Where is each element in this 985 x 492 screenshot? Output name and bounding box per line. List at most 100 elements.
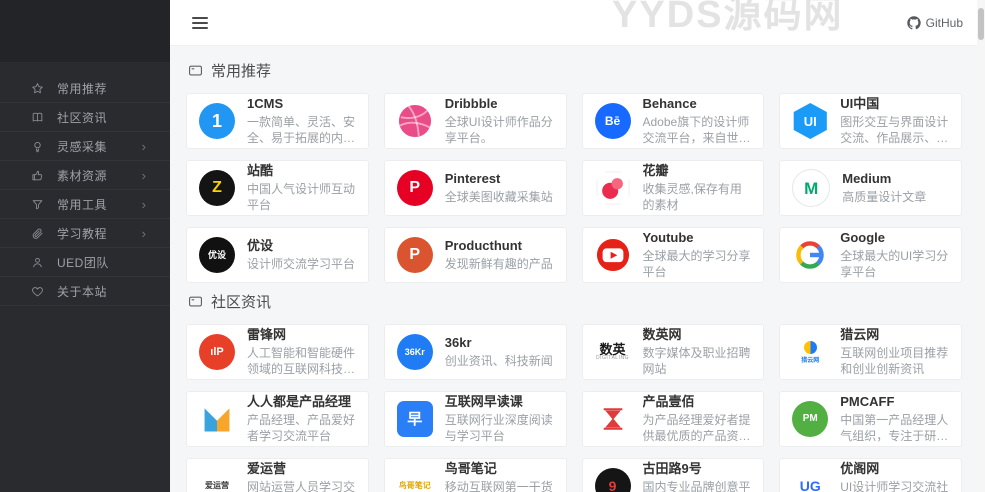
gtn9-logo: 9 bbox=[594, 468, 631, 492]
site-desc: 国内专业品牌创意平台 bbox=[642, 479, 751, 492]
site-card-digitaling[interactable]: 数英 DIGITALING 数英网 数字媒体及职业招聘网站 bbox=[581, 324, 765, 380]
site-name: 鸟哥笔记 bbox=[444, 460, 497, 476]
sidebar-item-assets[interactable]: 素材资源 › bbox=[0, 161, 170, 190]
hamburger-menu-icon[interactable] bbox=[192, 16, 208, 29]
uigreat-logo: UG bbox=[799, 477, 821, 492]
scrollbar-track[interactable] bbox=[977, 0, 985, 492]
site-card-huaban[interactable]: 花瓣 收集灵感,保存有用的素材 bbox=[581, 160, 765, 216]
niaoge-logo: 鸟哥笔记 bbox=[398, 480, 431, 490]
site-desc: 产品经理、产品爱好者学习交流平台 bbox=[247, 412, 356, 443]
thumb-icon bbox=[30, 168, 44, 182]
site-name: 数英网 bbox=[642, 326, 682, 342]
woshipm-logo bbox=[199, 401, 235, 437]
sidebar: 常用推荐 社区资讯 灵感采集 › 素材资源 › 常用工具 › 学习教程 › UE… bbox=[0, 0, 170, 492]
chevron-right-icon: › bbox=[141, 138, 146, 154]
site-card-woshipm[interactable]: 人人都是产品经理 产品经理、产品爱好者学习交流平台 bbox=[186, 391, 369, 447]
site-card-dribbble[interactable]: Dribbble 全球UI设计师作品分享平台。 bbox=[383, 93, 567, 149]
site-name: 人人都是产品经理 bbox=[247, 393, 352, 409]
sidebar-item-tools[interactable]: 常用工具 › bbox=[0, 190, 170, 219]
sidebar-item-ued[interactable]: UED团队 bbox=[0, 248, 170, 277]
site-desc: 人工智能和智能硬件领域的互联网科技媒体 bbox=[247, 345, 356, 376]
site-card-behance[interactable]: Bē Behance Adobe旗下的设计师交流平台，来自世界各地的设计师在这里… bbox=[581, 93, 765, 149]
ui-china-logo: UI bbox=[793, 103, 827, 139]
site-name: Youtube bbox=[642, 229, 694, 245]
sidebar-item-label: 学习教程 bbox=[57, 226, 108, 241]
site-card-lieyun[interactable]: 猎云网 猎云网 互联网创业项目推荐和创业创新资讯 bbox=[779, 324, 962, 380]
site-desc: 收集灵感,保存有用的素材 bbox=[642, 181, 742, 212]
site-name: 产品壹佰 bbox=[642, 393, 695, 409]
sidebar-item-recommend[interactable]: 常用推荐 bbox=[0, 74, 170, 103]
site-desc: 移动互联网第一干货平台 bbox=[444, 479, 553, 492]
site-desc: 互联网创业项目推荐和创业创新资讯 bbox=[840, 345, 949, 376]
pmcaff-logo: PM bbox=[792, 401, 829, 437]
site-desc: 数字媒体及职业招聘网站 bbox=[642, 345, 751, 376]
site-name: Medium bbox=[842, 170, 892, 186]
site-name: Producthunt bbox=[444, 237, 523, 253]
site-name: PMCAFF bbox=[840, 393, 895, 409]
site-desc: 图形交互与界面设计交流、作品展示、学习平台。 bbox=[840, 114, 949, 145]
site-desc: 高质量设计文章 bbox=[842, 189, 927, 204]
36kr-logo: 36Kr bbox=[396, 334, 433, 370]
site-desc: 一款简单、灵活、安全、易于拓展的内容管理系统 bbox=[247, 114, 356, 145]
section-title: 社区资讯 bbox=[211, 293, 272, 311]
site-card-36kr[interactable]: 36Kr 36kr 创业资讯、科技新闻 bbox=[383, 324, 567, 380]
section-community: 社区资讯 ılP 雷锋网 人工智能和智能硬件领域的互联网科技媒体 36Kr 36… bbox=[186, 291, 962, 492]
card-grid: ılP 雷锋网 人工智能和智能硬件领域的互联网科技媒体 36Kr 36kr 创业… bbox=[186, 324, 962, 492]
site-card-gtn9[interactable]: 9 古田路9号 国内专业品牌创意平台 bbox=[581, 458, 765, 492]
funnel-icon bbox=[30, 197, 44, 211]
site-card-pinterest[interactable]: P Pinterest 全球美图收藏采集站 bbox=[383, 160, 567, 216]
sidebar-item-inspiration[interactable]: 灵感采集 › bbox=[0, 132, 170, 161]
site-desc: 中国人气设计师互动平台 bbox=[247, 181, 356, 212]
site-card-1cms[interactable]: 1 1CMS 一款简单、灵活、安全、易于拓展的内容管理系统 bbox=[186, 93, 369, 149]
site-desc: 网站运营人员学习交流，专注于网站产品运营管理、用户运营 bbox=[247, 479, 356, 492]
site-card-uisdc[interactable]: 优设 优设 设计师交流学习平台 bbox=[186, 227, 369, 283]
paperclip-icon bbox=[30, 226, 44, 240]
site-card-medium[interactable]: M Medium 高质量设计文章 bbox=[779, 160, 962, 216]
site-name: 雷锋网 bbox=[247, 326, 287, 342]
site-name: 1CMS bbox=[247, 95, 284, 111]
sidebar-item-about[interactable]: 关于本站 bbox=[0, 277, 170, 306]
site-name: Google bbox=[840, 229, 886, 245]
scrollbar-thumb[interactable] bbox=[978, 8, 984, 40]
github-link[interactable]: GitHub bbox=[906, 16, 963, 30]
sidebar-logo-area bbox=[0, 0, 170, 62]
zcool-logo: Z bbox=[199, 170, 235, 206]
site-desc: 全球UI设计师作品分享平台。 bbox=[444, 114, 553, 145]
site-name: UI中国 bbox=[840, 95, 880, 111]
site-card-zaodu[interactable]: 早 互联网早读课 互联网行业深度阅读与学习平台 bbox=[383, 391, 567, 447]
dribbble-logo bbox=[397, 103, 433, 139]
site-card-zcool[interactable]: Z 站酷 中国人气设计师互动平台 bbox=[186, 160, 369, 216]
sidebar-item-label: UED团队 bbox=[57, 255, 109, 270]
site-card-leiphone[interactable]: ılP 雷锋网 人工智能和智能硬件领域的互联网科技媒体 bbox=[186, 324, 369, 380]
1cms-logo: 1 bbox=[199, 103, 235, 139]
site-name: Pinterest bbox=[444, 170, 501, 186]
sidebar-item-tutorials[interactable]: 学习教程 › bbox=[0, 219, 170, 248]
site-card-pm100[interactable]: 产品壹佰 为产品经理爱好者提供最优质的产品资讯、原创内容和相关视频课程 bbox=[581, 391, 765, 447]
site-card-niaoge[interactable]: 鸟哥笔记 鸟哥笔记 移动互联网第一干货平台 bbox=[383, 458, 567, 492]
lieyun-logo: 猎云网 bbox=[792, 334, 828, 370]
section-recommend: 常用推荐 1 1CMS 一款简单、灵活、安全、易于拓展的内容管理系统 Dribb… bbox=[186, 60, 962, 283]
site-card-google[interactable]: Google 全球最大的UI学习分享平台 bbox=[779, 227, 962, 283]
pm100-logo bbox=[595, 401, 631, 437]
google-logo bbox=[792, 237, 828, 273]
chevron-right-icon: › bbox=[141, 225, 146, 241]
site-desc: 中国第一产品经理人气组织，专注于研究互联网产品 bbox=[840, 412, 949, 443]
site-card-youtube[interactable]: Youtube 全球最大的学习分享平台 bbox=[581, 227, 765, 283]
site-name: 互联网早读课 bbox=[444, 393, 523, 409]
sidebar-item-label: 关于本站 bbox=[57, 284, 108, 299]
site-card-producthunt[interactable]: P Producthunt 发现新鲜有趣的产品 bbox=[383, 227, 567, 283]
site-card-uigreat[interactable]: UG 优阁网 UI设计师学习交流社区 bbox=[779, 458, 962, 492]
site-name: Behance bbox=[642, 95, 697, 111]
bulb-icon bbox=[30, 139, 44, 153]
sidebar-item-community[interactable]: 社区资讯 bbox=[0, 103, 170, 132]
site-card-pmcaff[interactable]: PM PMCAFF 中国第一产品经理人气组织，专注于研究互联网产品 bbox=[779, 391, 962, 447]
behance-logo: Bē bbox=[594, 103, 631, 139]
site-desc: UI设计师学习交流社区 bbox=[840, 479, 949, 492]
site-name: 猎云网 bbox=[840, 326, 880, 342]
site-card-iyunying[interactable]: 爱运营 爱运营 网站运营人员学习交流，专注于网站产品运营管理、用户运营 bbox=[186, 458, 369, 492]
site-name: 36kr bbox=[444, 334, 472, 350]
site-card-ui-china[interactable]: UI UI中国 图形交互与界面设计交流、作品展示、学习平台。 bbox=[779, 93, 962, 149]
sidebar-item-label: 社区资讯 bbox=[57, 110, 108, 125]
tag-icon bbox=[188, 294, 203, 309]
site-desc: 互联网行业深度阅读与学习平台 bbox=[444, 412, 553, 443]
